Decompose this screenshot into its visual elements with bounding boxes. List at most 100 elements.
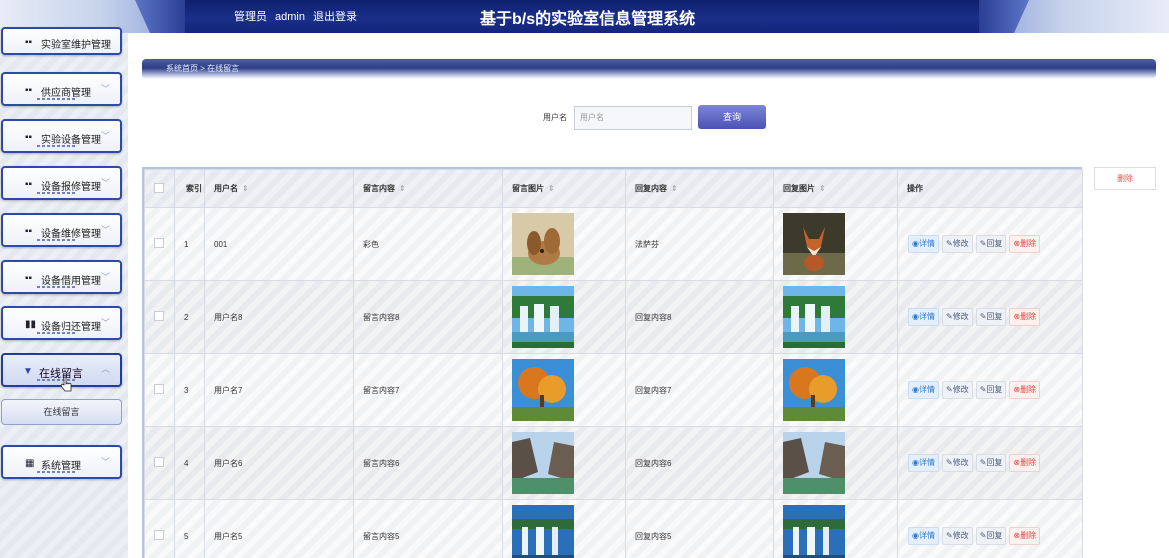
row-select-cell[interactable] xyxy=(144,280,175,354)
pencil-icon: ✎ xyxy=(945,312,953,321)
canyon-image[interactable] xyxy=(512,432,574,494)
delete-button[interactable]: ⊗删除 xyxy=(1009,308,1041,326)
sidebar-item-label: 设备维修管理 xyxy=(41,229,101,240)
row-checkbox[interactable] xyxy=(154,457,164,467)
chevron-up-icon: ︿ xyxy=(100,364,110,374)
row-checkbox[interactable] xyxy=(154,384,164,394)
rabbit-image[interactable] xyxy=(512,213,574,275)
row-content: 留言内容8 xyxy=(353,280,503,354)
row-select-cell[interactable] xyxy=(144,499,175,558)
row-reply-image-cell xyxy=(773,207,898,281)
detail-button[interactable]: ◉详情 xyxy=(908,381,939,399)
eye-icon: ◉ xyxy=(912,458,919,467)
sidebar-item-return[interactable]: ▮▮ 设备归还管理 ﹀ xyxy=(1,306,122,340)
detail-label: 详情 xyxy=(918,531,935,540)
reply-label: 回复 xyxy=(986,531,1003,540)
sort-icon[interactable]: ⇕ xyxy=(242,184,249,193)
row-image-cell xyxy=(502,499,626,558)
row-content: 留言内容5 xyxy=(353,499,503,558)
select-all-cell[interactable] xyxy=(144,169,175,208)
detail-button[interactable]: ◉详情 xyxy=(908,527,939,545)
table-row: 5 用户名5 留言内容5 回复内容5 ◉详情 ✎修改 ✎回复 ⊗删除 xyxy=(144,499,1083,558)
reply-label: 回复 xyxy=(986,312,1003,321)
col-image[interactable]: 留言图片 ⇕ xyxy=(502,169,626,208)
col-reply[interactable]: 回复内容 ⇕ xyxy=(625,169,774,208)
detail-button[interactable]: ◉详情 xyxy=(908,454,939,472)
message-table: 索引 用户名 ⇕ 留言内容 ⇕ 留言图片 ⇕ 回复内容 ⇕ 回复图片 ⇕ 操作 1 001 彩… xyxy=(142,167,1083,558)
search-button[interactable]: 查询 xyxy=(698,105,766,129)
row-checkbox[interactable] xyxy=(154,238,164,248)
breadcrumb: 系统首页 > 在线留言 xyxy=(142,59,1156,79)
pencil-icon: ✎ xyxy=(945,458,953,467)
row-select-cell[interactable] xyxy=(144,207,175,281)
sidebar-item-borrow[interactable]: ▪▪ 设备借用管理 ﹀ xyxy=(1,260,122,294)
sidebar-item-equipment[interactable]: ▪▪ 实验设备管理 ﹀ xyxy=(1,119,122,153)
sidebar-item-supplier[interactable]: ▪▪ 供应商管理 ﹀ xyxy=(1,72,122,106)
sidebar-item-repair-report[interactable]: ▪▪ 设备报修管理 ﹀ xyxy=(1,166,122,200)
falls-image[interactable] xyxy=(512,505,574,558)
sidebar-subitem-messages[interactable]: 在线留言 xyxy=(1,399,122,425)
delete-label: 删除 xyxy=(1020,531,1037,540)
eye-icon: ◉ xyxy=(912,531,919,540)
reply-button[interactable]: ✎回复 xyxy=(975,527,1007,545)
logout-link[interactable]: 退出登录 xyxy=(313,11,357,23)
sidebar-item-lab-maintenance[interactable]: ▪▪ 实验室维护管理 xyxy=(1,27,122,55)
reply-button[interactable]: ✎回复 xyxy=(975,454,1007,472)
sidebar-item-system[interactable]: ▦ 系统管理 ﹀ xyxy=(1,445,122,479)
divider-dots xyxy=(37,286,77,288)
detail-button[interactable]: ◉详情 xyxy=(908,308,939,326)
row-image-cell xyxy=(502,207,626,281)
sort-icon[interactable]: ⇕ xyxy=(399,184,406,193)
row-actions: ◉详情 ✎修改 ✎回复 ⊗删除 xyxy=(897,426,1083,500)
edit-button[interactable]: ✎修改 xyxy=(941,308,973,326)
chevron-down-icon: ﹀ xyxy=(100,272,110,282)
sidebar-item-maintenance[interactable]: ▪▪ 设备维修管理 ﹀ xyxy=(1,213,122,247)
sort-icon[interactable]: ⇕ xyxy=(548,184,555,193)
divider-dots xyxy=(37,98,77,100)
row-checkbox[interactable] xyxy=(154,311,164,321)
canyon-image[interactable] xyxy=(783,432,845,494)
chevron-down-icon: ﹀ xyxy=(100,457,110,467)
fox-image[interactable] xyxy=(783,213,845,275)
delete-button[interactable]: ⊗删除 xyxy=(1009,454,1041,472)
col-content[interactable]: 留言内容 ⇕ xyxy=(353,169,503,208)
edit-label: 修改 xyxy=(952,531,969,540)
edit-button[interactable]: ✎修改 xyxy=(941,527,973,545)
table-header-row: 索引 用户名 ⇕ 留言内容 ⇕ 留言图片 ⇕ 回复内容 ⇕ 回复图片 ⇕ 操作 xyxy=(144,169,1083,208)
sidebar-item-label: 设备借用管理 xyxy=(41,276,101,287)
autumn-tree-image[interactable] xyxy=(783,359,845,421)
row-checkbox[interactable] xyxy=(154,530,164,540)
grid-icon: ▪▪ xyxy=(25,179,33,190)
row-reply-image-cell xyxy=(773,426,898,500)
bulk-delete-button[interactable]: 删除 xyxy=(1094,167,1156,190)
row-content: 留言内容6 xyxy=(353,426,503,500)
edit-button[interactable]: ✎修改 xyxy=(941,235,973,253)
select-all-checkbox[interactable] xyxy=(154,182,164,193)
search-input[interactable]: 用户名 xyxy=(574,106,692,130)
waterfall-image[interactable] xyxy=(783,286,845,348)
delete-button[interactable]: ⊗删除 xyxy=(1009,235,1041,253)
waterfall-image[interactable] xyxy=(512,286,574,348)
row-select-cell[interactable] xyxy=(144,353,175,427)
reply-button[interactable]: ✎回复 xyxy=(975,308,1007,326)
edit-button[interactable]: ✎修改 xyxy=(941,454,973,472)
sort-icon[interactable]: ⇕ xyxy=(819,184,826,193)
sort-icon[interactable]: ⇕ xyxy=(671,184,678,193)
falls-image[interactable] xyxy=(783,505,845,558)
col-username[interactable]: 用户名 ⇕ xyxy=(204,169,354,208)
delete-button[interactable]: ⊗删除 xyxy=(1009,381,1041,399)
detail-label: 详情 xyxy=(918,312,935,321)
row-reply-image-cell xyxy=(773,499,898,558)
header-right-decoration xyxy=(979,0,1169,33)
row-reply: 回复内容7 xyxy=(625,353,774,427)
reply-button[interactable]: ✎回复 xyxy=(975,381,1007,399)
col-reply-image[interactable]: 回复图片 ⇕ xyxy=(773,169,898,208)
reply-button[interactable]: ✎回复 xyxy=(975,235,1007,253)
autumn-tree-image[interactable] xyxy=(512,359,574,421)
delete-button[interactable]: ⊗删除 xyxy=(1009,527,1041,545)
col-index: 索引 xyxy=(174,169,205,208)
edit-button[interactable]: ✎修改 xyxy=(941,381,973,399)
detail-button[interactable]: ◉详情 xyxy=(908,235,939,253)
row-index: 2 xyxy=(174,280,205,354)
row-select-cell[interactable] xyxy=(144,426,175,500)
